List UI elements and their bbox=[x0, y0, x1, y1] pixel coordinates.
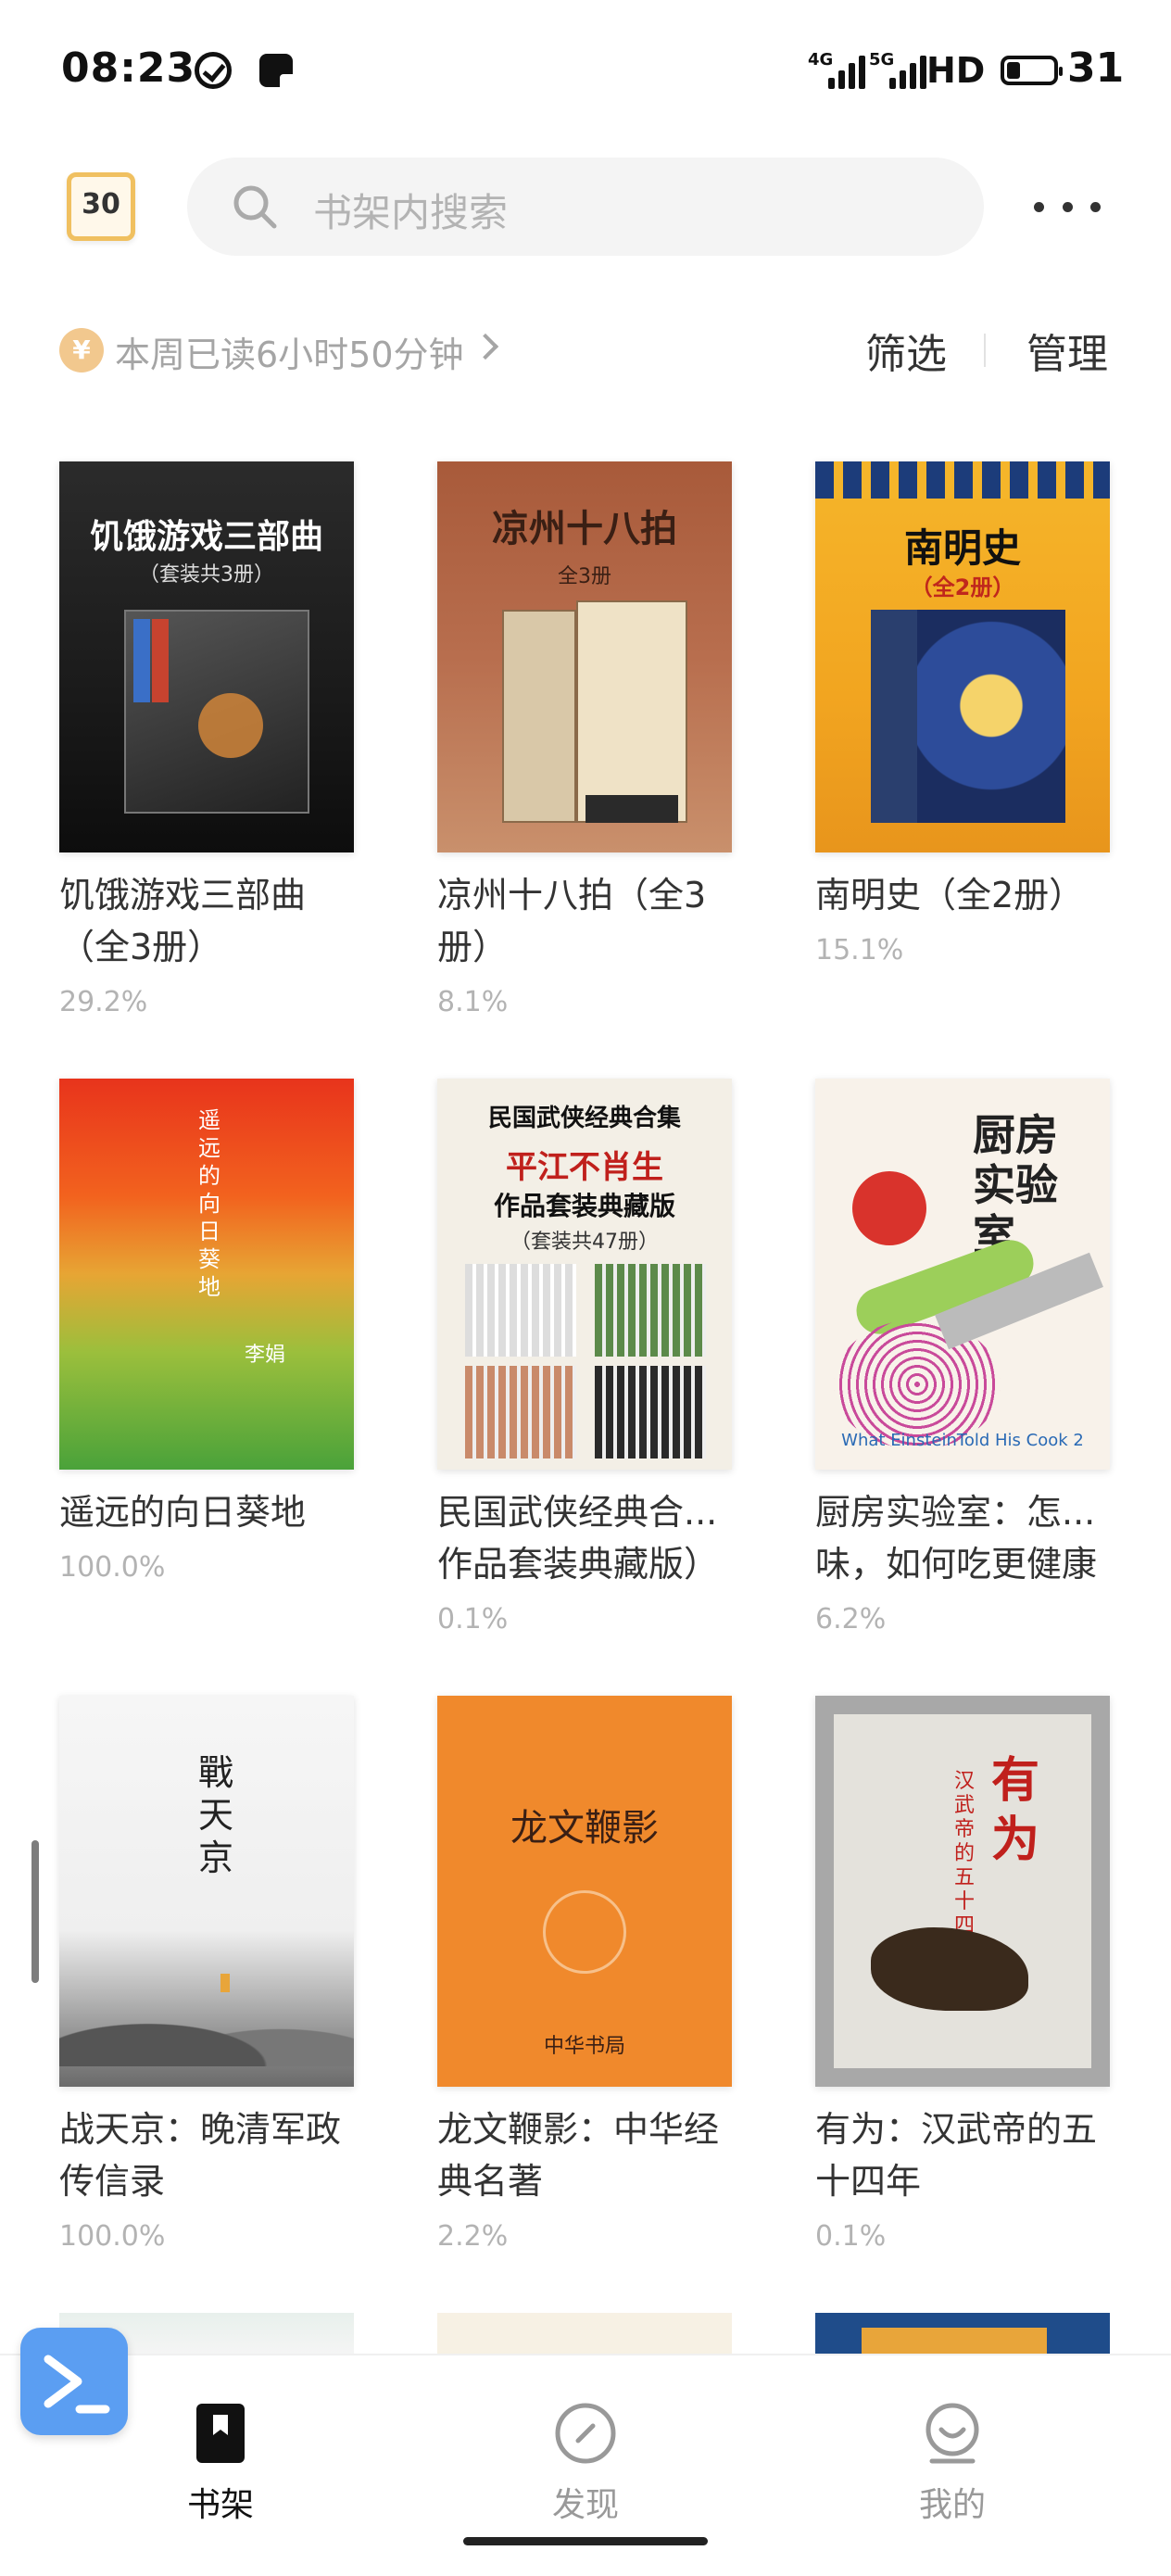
book-progress: 0.1% bbox=[815, 2220, 887, 2253]
assistant-float-button[interactable] bbox=[20, 2328, 128, 2435]
cover-subtitle: 平江不肖生 bbox=[506, 1149, 663, 1186]
book-cover: 有为 汉武帝的五十四年 bbox=[815, 1696, 1110, 2087]
scrollbar-thumb[interactable] bbox=[31, 1840, 39, 1983]
book-progress: 2.2% bbox=[437, 2220, 509, 2253]
book-progress: 100.0% bbox=[59, 1551, 166, 1584]
battery-icon bbox=[1001, 56, 1063, 85]
cover-count: （套装共47册） bbox=[510, 1231, 659, 1254]
book-cover: 饥饿游戏三部曲 （套装共3册） bbox=[59, 461, 354, 852]
book-progress: 6.2% bbox=[815, 1603, 887, 1635]
cover-publisher: 中华书局 bbox=[543, 2035, 625, 2058]
cover-subtitle: 全3册 bbox=[558, 565, 611, 588]
cover-subtitle: （套装共3册） bbox=[139, 563, 274, 587]
cover-title: 厨房实验室 bbox=[973, 1110, 1058, 1260]
status-bar: 08:23 4G 5G HD 31 bbox=[0, 0, 1171, 139]
toolbar-divider bbox=[984, 334, 986, 367]
home-indicator[interactable] bbox=[463, 2537, 708, 2545]
book-title: 凉州十八拍（全3册） bbox=[437, 875, 707, 967]
book-progress: 29.2% bbox=[59, 986, 148, 1018]
book-cover: 民国武侠经典合集 平江不肖生 作品套装典藏版 （套装共47册） bbox=[437, 1079, 732, 1470]
book-progress: 8.1% bbox=[437, 986, 509, 1018]
profile-icon bbox=[925, 2403, 979, 2464]
hd-indicator: HD bbox=[926, 50, 986, 91]
book-title: 厨房实验室：怎...味，如何吃更健康 bbox=[815, 1492, 1098, 1585]
cover-author: 李娟 bbox=[245, 1344, 286, 1367]
book-cover: 遥远的向日葵地 李娟 bbox=[59, 1079, 354, 1470]
bookshelf-screen: 08:23 4G 5G HD 31 30 书架内搜索 ¥ 本周已读6小时50分钟… bbox=[0, 0, 1171, 2576]
book-cover: 戰天京 bbox=[59, 1696, 354, 2087]
book-cover: 南明史 （全2册） bbox=[815, 461, 1110, 852]
signal-4g-icon: 4G bbox=[808, 50, 865, 89]
chevron-right-icon bbox=[472, 333, 499, 360]
book-title: 饥饿游戏三部曲（全3册） bbox=[59, 875, 307, 967]
more-dot-icon bbox=[1034, 201, 1044, 212]
book-title: 有为：汉武帝的五十四年 bbox=[815, 2109, 1098, 2202]
cover-subtitle: What EinsteinTold His Cook 2 bbox=[841, 1431, 1084, 1450]
book-progress: 0.1% bbox=[437, 1603, 509, 1635]
cover-title: 遥远的向日葵地 bbox=[198, 1107, 220, 1300]
cover-subtitle: （全2册） bbox=[910, 575, 1015, 600]
more-options-button[interactable] bbox=[1034, 190, 1101, 223]
book-title: 龙文鞭影：中华经典名著 bbox=[437, 2109, 720, 2202]
compass-icon bbox=[555, 2403, 616, 2464]
nav-tab-bookshelf[interactable]: 书架 bbox=[146, 2374, 295, 2524]
signal-5g-icon: 5G bbox=[869, 50, 926, 89]
manage-button[interactable]: 管理 bbox=[1026, 321, 1108, 380]
calendar-icon[interactable]: 30 bbox=[67, 172, 135, 241]
nav-label: 我的 bbox=[918, 2486, 986, 2524]
book-cover: 厨房实验室 What EinsteinTold His Cook 2 bbox=[815, 1079, 1110, 1470]
book-title: 战天京：晚清军政传信录 bbox=[59, 2109, 342, 2202]
coin-icon: ¥ bbox=[59, 328, 104, 373]
bookshelf-icon bbox=[196, 2404, 245, 2463]
book-progress: 15.1% bbox=[815, 934, 904, 966]
book-cover: 龙文鞭影 中华书局 bbox=[437, 1696, 732, 2087]
cover-title: 南明史 bbox=[903, 525, 1021, 571]
check-circle-icon bbox=[195, 52, 232, 89]
status-time: 08:23 bbox=[61, 44, 196, 92]
nav-tab-mine[interactable]: 我的 bbox=[878, 2374, 1026, 2524]
book-progress: 100.0% bbox=[59, 2220, 166, 2253]
cover-title: 龙文鞭影 bbox=[510, 1807, 659, 1850]
more-dot-icon bbox=[1062, 201, 1073, 212]
terminal-prompt-icon bbox=[44, 2355, 110, 2414]
cover-title: 有为 bbox=[991, 1753, 1040, 1868]
weekly-reading-stats[interactable]: 本周已读6小时50分钟 bbox=[115, 326, 464, 377]
more-dot-icon bbox=[1090, 201, 1101, 212]
calendar-day: 30 bbox=[82, 188, 120, 221]
notification-icon bbox=[259, 54, 296, 91]
filter-button[interactable]: 筛选 bbox=[865, 321, 947, 380]
book-cover: 凉州十八拍 全3册 bbox=[437, 461, 732, 852]
cover-title: 凉州十八拍 bbox=[492, 508, 677, 550]
nav-label: 发现 bbox=[551, 2486, 619, 2524]
search-placeholder: 书架内搜索 bbox=[313, 190, 509, 235]
cover-title: 饥饿游戏三部曲 bbox=[89, 518, 323, 556]
search-icon bbox=[233, 185, 277, 229]
book-cover-partial[interactable] bbox=[437, 2313, 732, 2355]
book-title: 民国武侠经典合...作品套装典藏版） bbox=[437, 1492, 720, 1585]
cover-title: 戰天京 bbox=[198, 1752, 234, 1878]
nav-tab-discover[interactable]: 发现 bbox=[511, 2374, 660, 2524]
cover-title: 民国武侠经典合集 bbox=[487, 1105, 681, 1132]
search-input[interactable]: 书架内搜索 bbox=[187, 158, 984, 256]
cover-edition: 作品套装典藏版 bbox=[493, 1191, 675, 1221]
battery-level: 31 bbox=[1067, 44, 1125, 92]
nav-label: 书架 bbox=[186, 2486, 254, 2524]
book-cover-partial[interactable] bbox=[815, 2313, 1110, 2355]
